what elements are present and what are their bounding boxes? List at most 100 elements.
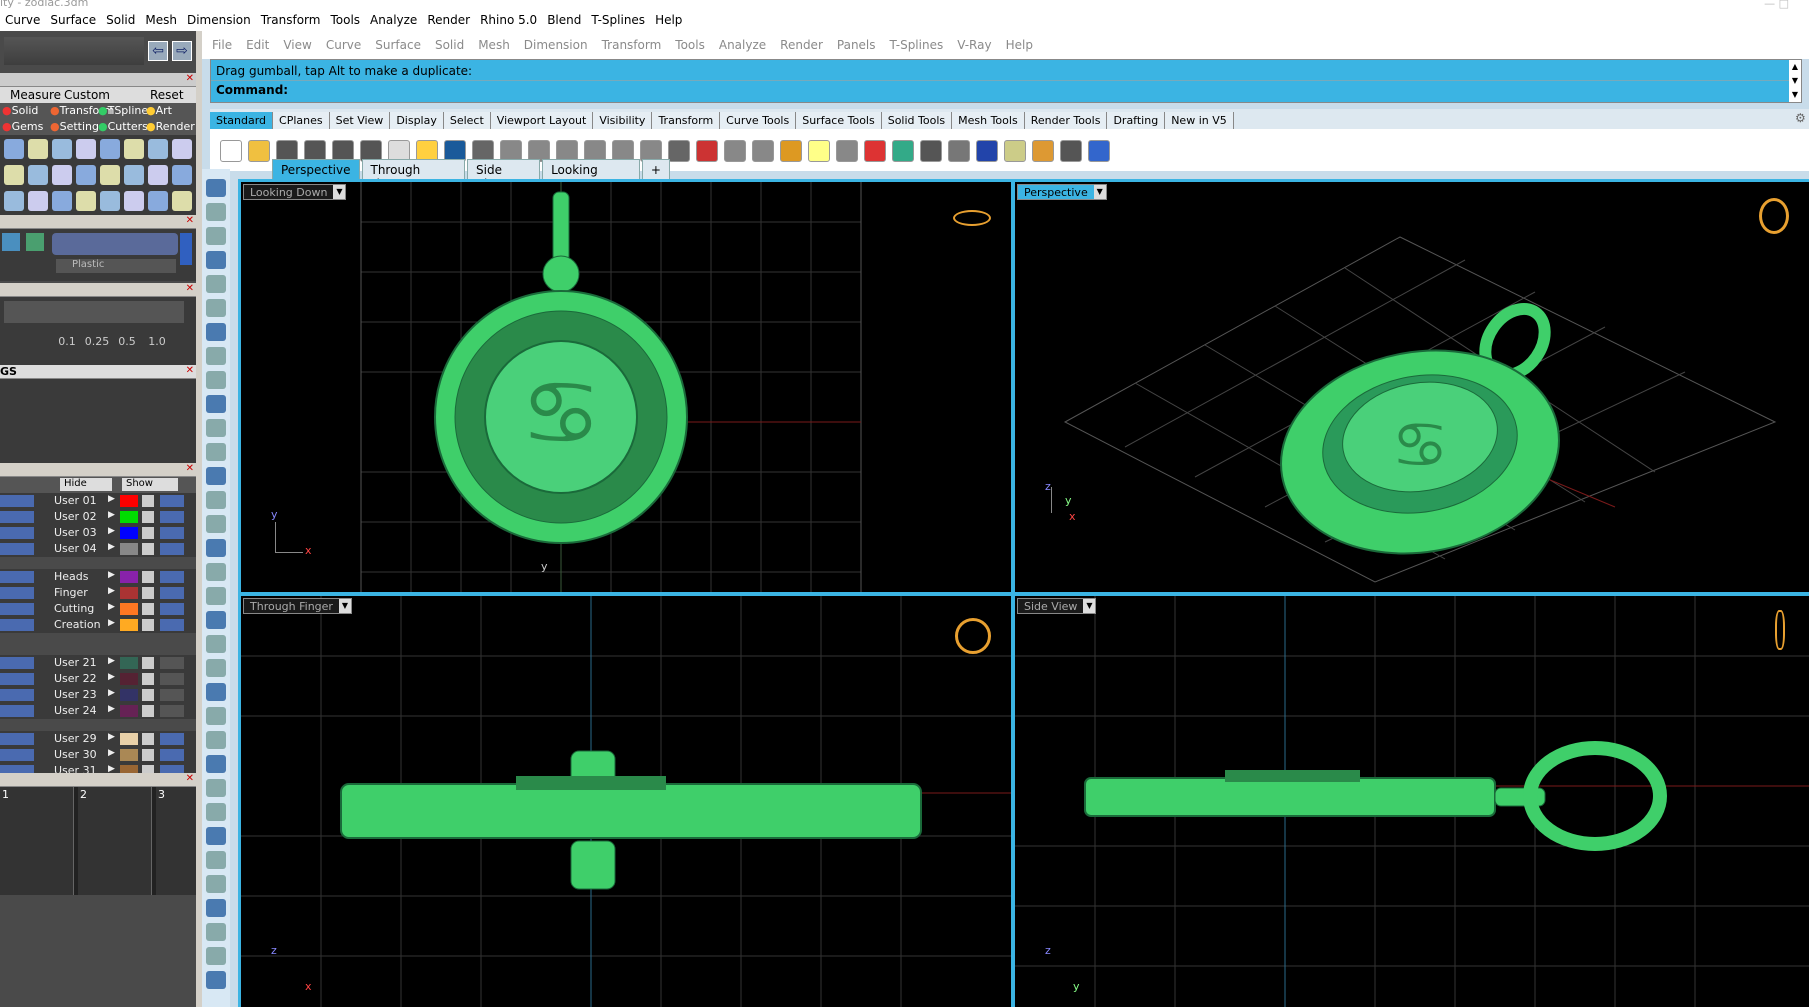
layer-color-swatch[interactable] — [120, 527, 138, 539]
measure-button[interactable]: Measure — [10, 88, 61, 102]
category-gems[interactable]: ●Gems — [2, 120, 43, 133]
left-tool-icon[interactable] — [206, 827, 226, 845]
outer-menu-item[interactable]: Dimension — [182, 13, 256, 27]
chevron-right-icon[interactable]: ▶ — [108, 510, 115, 520]
lock-icon[interactable] — [142, 543, 154, 555]
plugin-tool-icon[interactable] — [76, 139, 96, 159]
rhino-menu-item[interactable]: V-Ray — [957, 38, 991, 52]
layer-visible-toggle[interactable] — [160, 673, 184, 685]
category-tspline[interactable]: ●TSpline — [98, 104, 148, 117]
plugin-tool-icon[interactable] — [148, 139, 168, 159]
chevron-right-icon[interactable]: ▶ — [108, 602, 115, 612]
outer-menu-item[interactable]: Curve — [0, 13, 45, 27]
toolbar-icon[interactable] — [920, 140, 942, 162]
toolbar-tab[interactable]: Select — [443, 112, 491, 129]
chevron-right-icon[interactable]: ▶ — [108, 586, 115, 596]
outer-menu-item[interactable]: Render — [422, 13, 475, 27]
layer-color-swatch[interactable] — [120, 511, 138, 523]
layer-name[interactable]: User 02 — [54, 510, 97, 523]
left-tool-icon[interactable] — [206, 467, 226, 485]
left-tool-icon[interactable] — [206, 947, 226, 965]
left-tool-icon[interactable] — [206, 899, 226, 917]
rhino-menu-item[interactable]: Mesh — [478, 38, 510, 52]
left-tool-icon[interactable] — [206, 803, 226, 821]
layer-visible-toggle[interactable] — [160, 603, 184, 615]
viewport-looking-down[interactable]: ♋ y y x Looking Down ▼ — [241, 182, 1011, 592]
plugin-tool-icon[interactable] — [124, 165, 144, 185]
toolbar-tab[interactable]: Surface Tools — [796, 112, 882, 129]
layer-row[interactable]: Creation ▶ — [0, 617, 196, 633]
left-tool-icon[interactable] — [206, 491, 226, 509]
layer-row[interactable]: Finger ▶ — [0, 585, 196, 601]
layer-toggle[interactable] — [0, 587, 34, 599]
layer-color-swatch[interactable] — [120, 705, 138, 717]
layer-name[interactable]: User 29 — [54, 732, 97, 745]
toolbar-icon[interactable] — [752, 140, 774, 162]
layer-color-swatch[interactable] — [120, 543, 138, 555]
left-tool-icon[interactable] — [206, 203, 226, 221]
layer-toggle[interactable] — [0, 495, 34, 507]
toolbar-icon[interactable] — [808, 140, 830, 162]
rhino-menu-item[interactable]: Solid — [435, 38, 464, 52]
viewport-label[interactable]: Side View ▼ — [1017, 598, 1097, 614]
layer-row[interactable]: Cutting ▶ — [0, 601, 196, 617]
toolbar-icon[interactable] — [1088, 140, 1110, 162]
close-icon[interactable]: ✕ — [186, 773, 194, 784]
layer-name[interactable]: User 24 — [54, 704, 97, 717]
outer-menu-item[interactable]: Rhino 5.0 — [475, 13, 542, 27]
lock-icon[interactable] — [142, 657, 154, 669]
lock-icon[interactable] — [142, 527, 154, 539]
outer-menu-item[interactable]: Solid — [101, 13, 140, 27]
layer-name[interactable]: Creation — [54, 618, 101, 631]
layer-name[interactable]: User 04 — [54, 542, 97, 555]
layer-color-swatch[interactable] — [120, 495, 138, 507]
reset-button[interactable]: Reset — [150, 88, 184, 102]
left-tool-icon[interactable] — [206, 179, 226, 197]
layer-visible-toggle[interactable] — [160, 689, 184, 701]
lock-icon[interactable] — [142, 689, 154, 701]
toolbar-tab[interactable]: CPlanes — [273, 112, 330, 129]
layer-color-swatch[interactable] — [120, 749, 138, 761]
close-icon[interactable]: ✕ — [186, 283, 194, 294]
layer-color-swatch[interactable] — [120, 689, 138, 701]
layer-color-swatch[interactable] — [120, 733, 138, 745]
plugin-tool-icon[interactable] — [76, 165, 96, 185]
outer-menu-item[interactable]: Analyze — [365, 13, 422, 27]
viewport-tab[interactable]: + — [641, 159, 670, 181]
rhino-menu-item[interactable]: Edit — [246, 38, 269, 52]
left-tool-icon[interactable] — [206, 971, 226, 989]
layer-toggle[interactable] — [0, 689, 34, 701]
category-cutters[interactable]: ●Cutters — [98, 120, 148, 133]
lock-icon[interactable] — [142, 495, 154, 507]
command-area[interactable]: Drag gumball, tap Alt to make a duplicat… — [210, 59, 1802, 103]
close-icon[interactable]: ✕ — [186, 215, 194, 226]
forward-arrow-icon[interactable]: ⇨ — [172, 41, 192, 61]
rhino-menu-item[interactable]: Transform — [602, 38, 662, 52]
viewport-tab[interactable]: Side View — [467, 159, 541, 191]
chevron-right-icon[interactable]: ▶ — [108, 618, 115, 628]
layer-row[interactable]: User 03 ▶ — [0, 525, 196, 541]
lock-icon[interactable] — [142, 749, 154, 761]
close-icon[interactable]: ✕ — [186, 463, 194, 474]
layer-toggle[interactable] — [0, 511, 34, 523]
toolbar-tab[interactable]: Visibility — [593, 112, 653, 129]
left-tool-icon[interactable] — [206, 851, 226, 869]
outer-menu-item[interactable]: Mesh — [140, 13, 182, 27]
command-scrollbar[interactable]: ▲ ▼ ▼ — [1789, 60, 1801, 102]
custom-button[interactable]: Custom — [64, 88, 110, 102]
toolbar-icon[interactable] — [1060, 140, 1082, 162]
toolbar-icon[interactable] — [836, 140, 858, 162]
snap-value[interactable]: 0.1 — [52, 335, 82, 351]
left-tool-icon[interactable] — [206, 659, 226, 677]
toolbar-icon[interactable] — [724, 140, 746, 162]
outer-menu-item[interactable]: T-Splines — [586, 13, 650, 27]
left-tool-icon[interactable] — [206, 395, 226, 413]
toolbar-icon[interactable] — [220, 140, 242, 162]
viewport-label[interactable]: Looking Down ▼ — [243, 184, 347, 200]
rhino-menu-item[interactable]: View — [283, 38, 311, 52]
left-tool-icon[interactable] — [206, 635, 226, 653]
layer-visible-toggle[interactable] — [160, 619, 184, 631]
close-icon[interactable]: ✕ — [186, 365, 194, 376]
chevron-down-icon[interactable]: ▼ — [338, 599, 351, 613]
left-tool-icon[interactable] — [206, 371, 226, 389]
